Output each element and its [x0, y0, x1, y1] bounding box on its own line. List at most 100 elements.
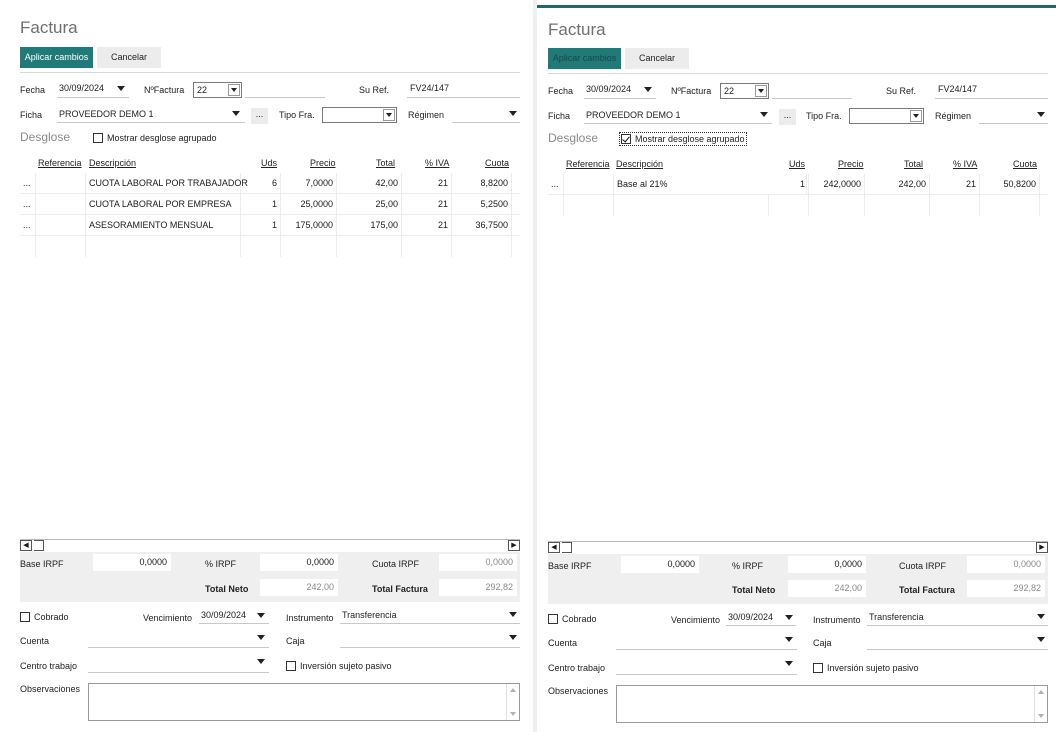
- chevron-down-icon[interactable]: [232, 111, 240, 116]
- cell-iva[interactable]: 21: [402, 215, 452, 236]
- chevron-down-icon[interactable]: [1037, 112, 1045, 117]
- chevron-down-icon[interactable]: [785, 637, 793, 642]
- table-row[interactable]: ... ASESORAMIENTO MENSUAL 1 175,0000 175…: [20, 215, 520, 236]
- cell-total[interactable]: 25,00: [337, 194, 402, 215]
- cell-uds[interactable]: 6: [241, 173, 281, 194]
- horizontal-scrollbar[interactable]: ◀ ▶: [20, 539, 520, 551]
- scroll-thumb[interactable]: [34, 540, 44, 551]
- chevron-down-icon[interactable]: [755, 85, 767, 97]
- cancel-button[interactable]: Cancelar: [625, 48, 689, 69]
- cell-descripcion[interactable]: CUOTA LABORAL POR TRABAJADOR: [86, 173, 248, 194]
- chevron-down-icon[interactable]: [117, 86, 125, 91]
- chevron-down-icon[interactable]: [760, 112, 768, 117]
- cell-uds[interactable]: 1: [241, 194, 281, 215]
- chevron-down-icon[interactable]: [509, 635, 517, 640]
- cell-precio[interactable]: 7,0000: [281, 173, 337, 194]
- scroll-down-icon[interactable]: [510, 712, 516, 716]
- cell-uds[interactable]: 1: [769, 174, 809, 195]
- cell-total[interactable]: 242,00: [865, 174, 930, 195]
- cell-total[interactable]: 42,00: [337, 173, 402, 194]
- fecha-value[interactable]: 30/09/2024: [59, 83, 104, 93]
- cell-precio[interactable]: 175,0000: [281, 215, 337, 236]
- cobrado-checkbox[interactable]: [20, 612, 30, 622]
- table-row-empty[interactable]: [20, 236, 520, 257]
- apply-changes-button[interactable]: Aplicar cambios: [20, 47, 93, 68]
- row-menu-button[interactable]: ...: [20, 194, 36, 215]
- table-row[interactable]: ... CUOTA LABORAL POR TRABAJADOR 6 7,000…: [20, 173, 520, 194]
- nfactura-select[interactable]: 22: [193, 82, 242, 98]
- scroll-up-icon[interactable]: [1038, 690, 1044, 694]
- tipofra-select[interactable]: [849, 108, 924, 124]
- cell-iva[interactable]: 21: [930, 174, 980, 195]
- vencimiento-value[interactable]: 30/09/2024: [201, 610, 246, 620]
- column-header-iva[interactable]: % IVA: [953, 159, 977, 169]
- chevron-down-icon[interactable]: [228, 84, 240, 96]
- column-header-precio[interactable]: Precio: [838, 159, 864, 169]
- pct-irpf-field[interactable]: 0,0000: [260, 554, 338, 571]
- chevron-down-icon[interactable]: [1037, 637, 1045, 642]
- cell-referencia[interactable]: [36, 173, 86, 194]
- instrumento-value[interactable]: Transferencia: [869, 612, 924, 622]
- cell-uds[interactable]: 1: [241, 215, 281, 236]
- mostrar-desglose-checkbox[interactable]: [93, 133, 103, 143]
- chevron-down-icon[interactable]: [1037, 614, 1045, 619]
- column-header-uds[interactable]: Uds: [261, 158, 277, 168]
- mostrar-desglose-checkbox[interactable]: [621, 134, 631, 144]
- scroll-down-icon[interactable]: [1038, 714, 1044, 718]
- cell-cuota[interactable]: 50,8200: [980, 174, 1040, 195]
- observaciones-textarea[interactable]: [88, 683, 520, 721]
- chevron-down-icon[interactable]: [257, 635, 265, 640]
- chevron-down-icon[interactable]: [257, 613, 265, 618]
- cell-total[interactable]: 175,00: [337, 215, 402, 236]
- cell-referencia[interactable]: [564, 174, 614, 195]
- cell-referencia[interactable]: [36, 194, 86, 215]
- chevron-down-icon[interactable]: [644, 87, 652, 92]
- cobrado-checkbox[interactable]: [548, 614, 558, 624]
- row-menu-button[interactable]: ...: [548, 174, 564, 195]
- apply-changes-button[interactable]: Aplicar cambios: [548, 48, 621, 69]
- scroll-left-icon[interactable]: ◀: [20, 540, 32, 551]
- scroll-left-icon[interactable]: ◀: [548, 542, 560, 553]
- chevron-down-icon[interactable]: [509, 612, 517, 617]
- ficha-value[interactable]: PROVEEDOR DEMO 1: [59, 109, 154, 119]
- pct-irpf-field[interactable]: 0,0000: [788, 556, 866, 573]
- chevron-down-icon[interactable]: [257, 659, 265, 664]
- chevron-down-icon[interactable]: [910, 110, 922, 122]
- cell-cuota[interactable]: 8,8200: [452, 173, 512, 194]
- cell-precio[interactable]: 242,0000: [809, 174, 865, 195]
- scroll-right-icon[interactable]: ▶: [1036, 542, 1048, 553]
- cell-iva[interactable]: 21: [402, 194, 452, 215]
- column-header-descripcion[interactable]: Descripción: [89, 158, 136, 168]
- vencimiento-value[interactable]: 30/09/2024: [728, 612, 773, 622]
- column-header-uds[interactable]: Uds: [789, 159, 805, 169]
- inversion-checkbox[interactable]: [286, 661, 296, 671]
- column-header-iva[interactable]: % IVA: [425, 158, 449, 168]
- ficha-value[interactable]: PROVEEDOR DEMO 1: [586, 110, 681, 120]
- chevron-down-icon[interactable]: [785, 661, 793, 666]
- column-header-cuota[interactable]: Cuota: [1013, 159, 1037, 169]
- suref-value[interactable]: FV24/147: [938, 84, 977, 94]
- cell-iva[interactable]: 21: [402, 173, 452, 194]
- scroll-up-icon[interactable]: [510, 688, 516, 692]
- column-header-cuota[interactable]: Cuota: [485, 158, 509, 168]
- suref-value[interactable]: FV24/147: [410, 83, 449, 93]
- tipofra-select[interactable]: [322, 107, 397, 123]
- cancel-button[interactable]: Cancelar: [97, 47, 161, 68]
- base-irpf-field[interactable]: 0,0000: [93, 554, 171, 571]
- chevron-down-icon[interactable]: [509, 111, 517, 116]
- cell-cuota[interactable]: 36,7500: [452, 215, 512, 236]
- fecha-value[interactable]: 30/09/2024: [586, 84, 631, 94]
- textarea-scrollbar[interactable]: [1034, 686, 1047, 722]
- row-menu-button[interactable]: ...: [20, 215, 36, 236]
- nfactura-select[interactable]: 22: [720, 83, 769, 99]
- horizontal-scrollbar[interactable]: ◀ ▶: [548, 541, 1048, 553]
- cell-referencia[interactable]: [36, 215, 86, 236]
- cell-cuota[interactable]: 5,2500: [452, 194, 512, 215]
- cell-precio[interactable]: 25,0000: [281, 194, 337, 215]
- column-header-precio[interactable]: Precio: [310, 158, 336, 168]
- row-menu-button[interactable]: ...: [20, 173, 36, 194]
- column-header-total[interactable]: Total: [904, 159, 923, 169]
- chevron-down-icon[interactable]: [383, 109, 395, 121]
- cell-descripcion[interactable]: ASESORAMIENTO MENSUAL: [86, 215, 241, 236]
- textarea-scrollbar[interactable]: [506, 684, 519, 720]
